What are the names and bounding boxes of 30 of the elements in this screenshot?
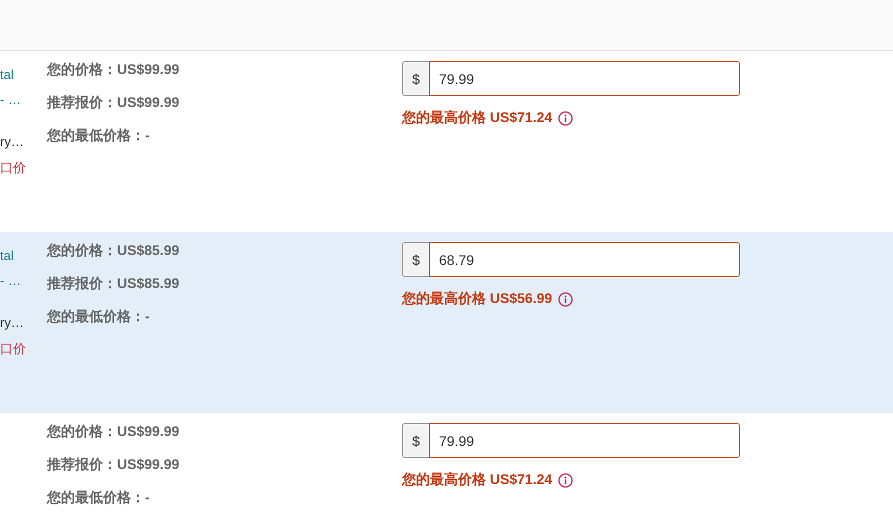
suggested-price-text: 推荐报价：US$99.99	[47, 456, 180, 473]
product-title-link[interactable]: tal	[0, 67, 47, 83]
lowest-price-text: 您的最低价格：-	[47, 127, 151, 144]
suggested-price-text: 推荐报价：US$99.99	[47, 94, 180, 111]
info-icon[interactable]	[558, 292, 574, 306]
table-row[interactable]: tal - … ry… 口价 您的价格：US$85.99 推荐报价：US$85.99 您的最低价格：- $ 68.79 您的最高价格 US$56.99	[0, 232, 893, 413]
max-price-hint: 您的最高价格 US$71.24	[402, 109, 552, 127]
lowest-price-text: 您的最低价格：-	[47, 308, 151, 325]
product-detail: ry…	[0, 134, 25, 150]
price-input[interactable]: 79.99	[429, 61, 740, 96]
currency-addon: $	[402, 242, 429, 277]
info-icon[interactable]	[558, 110, 574, 126]
product-detail: ry…	[0, 315, 25, 331]
product-subtitle: - …	[0, 92, 22, 108]
price-input[interactable]: 79.99	[429, 423, 740, 458]
your-price-text: 您的价格：US$99.99	[47, 423, 180, 440]
product-subtitle: - …	[0, 273, 22, 289]
price-input[interactable]: 68.79	[429, 242, 740, 277]
currency-addon: $	[402, 61, 429, 96]
your-price-text: 您的价格：US$85.99	[47, 242, 180, 259]
suggested-price-text: 推荐报价：US$85.99	[47, 275, 180, 292]
max-price-hint: 您的最高价格 US$71.24	[402, 471, 552, 489]
lowest-price-text: 您的最低价格：-	[47, 489, 151, 506]
info-icon[interactable]	[558, 472, 574, 488]
currency-addon: $	[402, 423, 429, 458]
product-title-link[interactable]: tal	[0, 248, 47, 264]
product-tag: 口价	[0, 341, 47, 357]
your-price-text: 您的价格：US$99.99	[47, 61, 180, 78]
max-price-hint: 您的最高价格 US$56.99	[402, 290, 552, 308]
product-tag: 口价	[0, 160, 47, 176]
